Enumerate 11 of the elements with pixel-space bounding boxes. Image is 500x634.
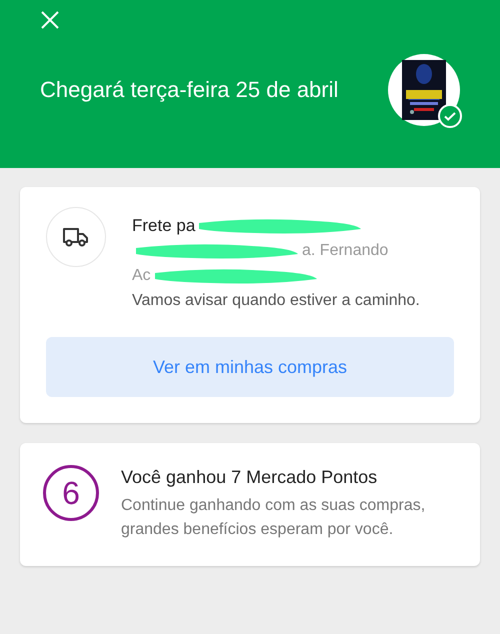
points-title: Você ganhou 7 Mercado Pontos	[121, 467, 378, 488]
points-description: Continue ganhando com as suas compras, grandes benefícios esperam por você.	[121, 496, 426, 540]
shipping-title: Frete pa	[132, 216, 196, 236]
close-icon[interactable]	[40, 10, 60, 30]
address-text: a. Fernando	[302, 242, 388, 260]
level-badge: 6	[43, 465, 99, 521]
view-purchases-button[interactable]: Ver em minhas compras	[46, 337, 454, 397]
truck-icon	[46, 207, 106, 267]
delivery-date-title: Chegará terça-feira 25 de abril	[40, 76, 340, 104]
address-text: Ac	[132, 266, 151, 284]
address-text: Vamos avisar quando estiver a caminho.	[132, 292, 420, 310]
